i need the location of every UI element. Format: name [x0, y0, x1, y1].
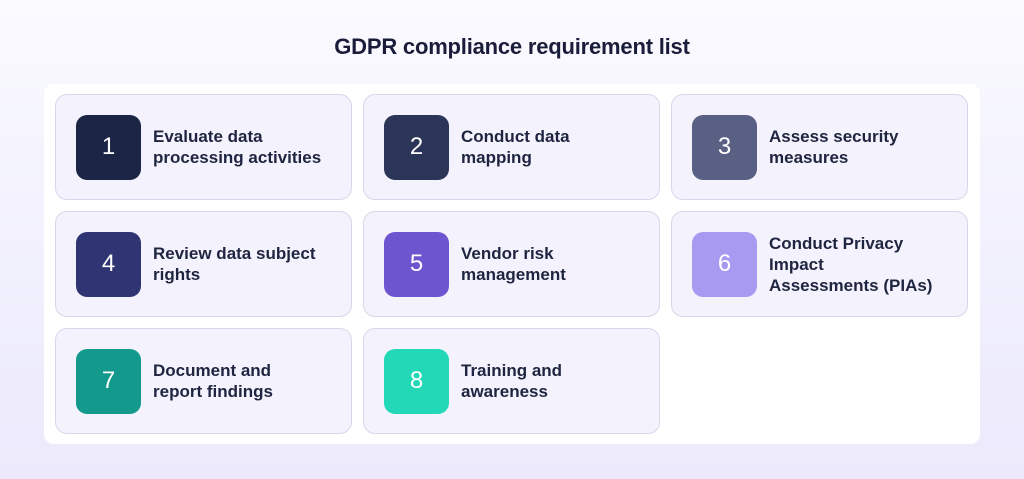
requirements-panel: 1 Evaluate data processing activities 2 … [44, 84, 980, 444]
requirement-card-4: 4 Review data subject rights [55, 211, 352, 317]
step-number-badge: 8 [384, 348, 449, 414]
requirement-card-1: 1 Evaluate data processing activities [55, 94, 352, 200]
requirement-card-6: 6 Conduct Privacy Impact Assessments (PI… [671, 211, 968, 317]
requirement-label: Conduct Privacy Impact Assessments (PIAs… [769, 233, 933, 295]
step-number-badge: 2 [384, 114, 449, 180]
step-number-badge: 4 [76, 231, 141, 297]
requirement-label: Conduct data mapping [461, 127, 570, 167]
requirement-card-5: 5 Vendor risk management [363, 211, 660, 317]
requirement-label: Evaluate data processing activities [153, 127, 322, 167]
step-number-badge: 5 [384, 231, 449, 297]
page-title: GDPR compliance requirement list [334, 34, 690, 59]
step-number-badge: 3 [692, 114, 757, 180]
requirement-card-2: 2 Conduct data mapping [363, 94, 660, 200]
requirement-label: Assess security measures [769, 127, 899, 167]
requirement-card-7: 7 Document and report findings [55, 328, 352, 434]
step-number-badge: 6 [692, 231, 757, 297]
requirement-card-8: 8 Training and awareness [363, 328, 660, 434]
step-number-badge: 7 [76, 348, 141, 414]
requirement-label: Vendor risk management [461, 244, 566, 284]
requirement-label: Training and awareness [461, 361, 563, 401]
requirement-label: Review data subject rights [153, 244, 316, 284]
requirements-grid: 1 Evaluate data processing activities 2 … [55, 94, 968, 434]
requirement-card-3: 3 Assess security measures [671, 94, 968, 200]
requirement-label: Document and report findings [153, 361, 273, 401]
step-number-badge: 1 [76, 114, 141, 180]
